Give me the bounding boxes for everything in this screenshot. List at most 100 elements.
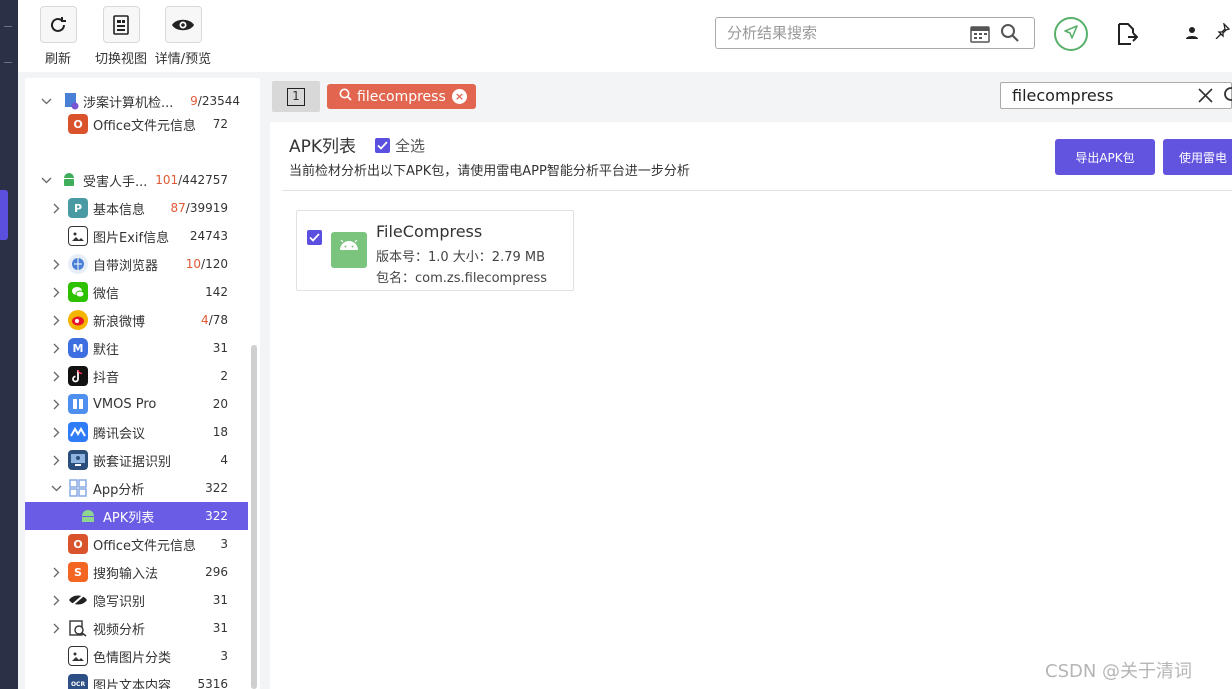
search-icon[interactable] (1223, 87, 1232, 108)
detail-preview-button[interactable]: 详情/预览 (151, 6, 215, 67)
app-grid-icon (68, 478, 88, 498)
tree-item-victim-phone[interactable]: 受害人手... 101/442757 (25, 166, 248, 194)
apk-checkbox[interactable] (307, 230, 322, 245)
tree-item-vmos[interactable]: VMOS Pro 20 (25, 390, 248, 418)
select-all-checkbox[interactable]: 全选 (375, 135, 425, 156)
chevron-right-icon[interactable] (50, 314, 62, 326)
chevron-down-icon[interactable] (40, 95, 52, 107)
tree-item-label: 基本信息 (93, 202, 146, 218)
use-leidian-button[interactable]: 使用雷电 (1163, 139, 1232, 175)
tree-item-label: 新浪微博 (93, 314, 146, 330)
tree-item-nested-evidence[interactable]: 嵌套证据识别 4 (25, 446, 248, 474)
refresh-label: 刷新 (44, 52, 71, 67)
rail-tick (4, 62, 12, 63)
switch-view-button[interactable]: 切换视图 (92, 6, 150, 67)
analysis-search-input[interactable] (727, 18, 967, 48)
chevron-right-icon[interactable] (50, 566, 62, 578)
tree-item-browser[interactable]: 自带浏览器 10/120 (25, 250, 248, 278)
tree-item-basic-info[interactable]: P 基本信息 87/39919 (25, 194, 248, 222)
tiktok-icon (68, 366, 88, 386)
refresh-button[interactable]: 刷新 (39, 6, 77, 67)
chevron-right-icon[interactable] (50, 342, 62, 354)
switch-view-label: 切换视图 (94, 52, 147, 67)
filter-search-box[interactable] (1000, 82, 1232, 109)
filter-chip[interactable]: filecompress × (327, 84, 476, 109)
rail-active-indicator[interactable] (0, 190, 8, 240)
wechat-icon (68, 282, 88, 302)
tree-item-count: 3 (220, 649, 228, 663)
tree-item-apk-list[interactable]: APK列表 322 (25, 502, 248, 530)
tree-item-image-text[interactable]: OCR 图片文本内容 5316 (25, 670, 248, 689)
filter-search-input[interactable] (1012, 83, 1192, 108)
office-icon: O (68, 534, 88, 554)
export-apk-button[interactable]: 导出APK包 (1055, 139, 1155, 175)
tree-item-label: 微信 (93, 286, 120, 302)
tree-item-count: 2 (220, 369, 228, 383)
chevron-right-icon[interactable] (50, 370, 62, 382)
calendar-icon[interactable] (970, 24, 990, 47)
tree-item-weibo[interactable]: 新浪微博 4/78 (25, 306, 248, 334)
tree-item-label: VMOS Pro (93, 396, 157, 412)
chevron-right-icon[interactable] (50, 622, 62, 634)
launch-button[interactable] (1054, 17, 1088, 51)
filter-chip-label: filecompress (357, 88, 446, 105)
tree-item-label: 嵌套证据识别 (93, 454, 172, 470)
clear-icon[interactable] (1198, 88, 1213, 107)
tree-item-count: 72 (212, 117, 228, 131)
chevron-down-icon[interactable] (50, 482, 62, 494)
chevron-right-icon[interactable] (50, 202, 62, 214)
refresh-icon (39, 6, 77, 43)
watermark: CSDN @关于清词 (1045, 661, 1193, 682)
tree-item-label: 受害人手... (83, 174, 148, 190)
tree-item-steganography[interactable]: 隐写识别 31 (25, 586, 248, 614)
search-icon[interactable] (1000, 23, 1020, 47)
checkbox-checked-icon (375, 138, 390, 153)
apk-card[interactable]: FileCompress 版本号：1.0 大小：2.79 MB 包名：com.z… (296, 210, 574, 291)
tree-item-label: 自带浏览器 (93, 258, 159, 274)
analysis-search-box[interactable] (715, 17, 1035, 49)
tree-item-exif[interactable]: 图片Exif信息 24743 (25, 222, 248, 250)
tree-item-label: App分析 (93, 482, 145, 498)
tree-item-count: 20 (212, 397, 228, 411)
tree-item-count: 3 (220, 537, 228, 551)
chevron-right-icon[interactable] (50, 398, 62, 410)
pin-icon[interactable] (1214, 22, 1231, 43)
chevron-right-icon[interactable] (50, 454, 62, 466)
chevron-down-icon[interactable] (40, 174, 52, 186)
chevron-right-icon[interactable] (50, 594, 62, 606)
nested-evidence-icon (68, 450, 88, 470)
steganography-icon (68, 590, 88, 610)
export-file-icon[interactable] (1116, 22, 1139, 50)
mowang-icon: M (68, 338, 88, 358)
tree-item-mowang[interactable]: M 默往 31 (25, 334, 248, 362)
tree-item-office-meta[interactable]: O Office文件元信息 72 (25, 110, 248, 138)
rail-tick (4, 26, 12, 27)
tree-item-sogou[interactable]: S 搜狗输入法 296 (25, 558, 248, 586)
chevron-right-icon[interactable] (50, 286, 62, 298)
basic-info-icon: P (68, 198, 88, 218)
image-icon (68, 226, 88, 246)
evidence-tree: 涉案计算机检... 9/23544 O Office文件元信息 72 受害人手.… (25, 78, 260, 689)
detail-preview-label: 详情/预览 (154, 52, 212, 67)
tab-number: 1 (287, 87, 305, 106)
tree-item-count: 4/78 (201, 313, 228, 327)
tab-number-button[interactable]: 1 (272, 81, 320, 112)
tree-item-porn-image[interactable]: 色情图片分类 3 (25, 642, 248, 670)
chevron-right-icon[interactable] (50, 258, 62, 270)
tree-item-app-analysis[interactable]: App分析 322 (25, 474, 248, 502)
tree-item-wechat[interactable]: 微信 142 (25, 278, 248, 306)
chevron-right-icon[interactable] (50, 426, 62, 438)
sogou-icon: S (68, 562, 88, 582)
ocr-icon: OCR (68, 674, 88, 689)
eye-icon (164, 6, 202, 43)
image-icon (68, 646, 88, 666)
sidebar-scrollbar[interactable] (251, 345, 257, 689)
search-icon (339, 88, 352, 105)
close-icon[interactable]: × (452, 89, 467, 104)
tree-item-tencent-meeting[interactable]: 腾讯会议 18 (25, 418, 248, 446)
tree-item-video-analysis[interactable]: 视频分析 31 (25, 614, 248, 642)
tree-item-count: 322 (205, 481, 228, 495)
tree-item-tiktok[interactable]: 抖音 2 (25, 362, 248, 390)
tree-item-office-meta-2[interactable]: O Office文件元信息 3 (25, 530, 248, 558)
user-icon[interactable] (1185, 25, 1199, 44)
